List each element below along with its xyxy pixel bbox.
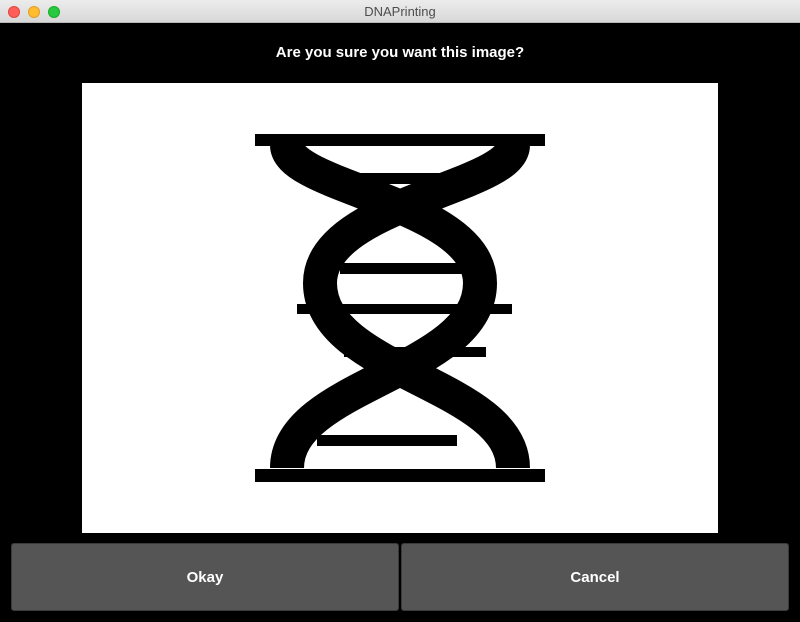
dna-double-helix-icon (255, 134, 545, 482)
confirmation-prompt: Are you sure you want this image? (275, 44, 525, 61)
cancel-button[interactable]: Cancel (401, 543, 789, 611)
window-title: DNAPrinting (364, 4, 436, 19)
okay-button[interactable]: Okay (11, 543, 399, 611)
image-preview (82, 83, 718, 533)
title-bar[interactable]: DNAPrinting (0, 0, 800, 23)
app-window: DNAPrinting Are you sure you want this i… (0, 0, 800, 622)
